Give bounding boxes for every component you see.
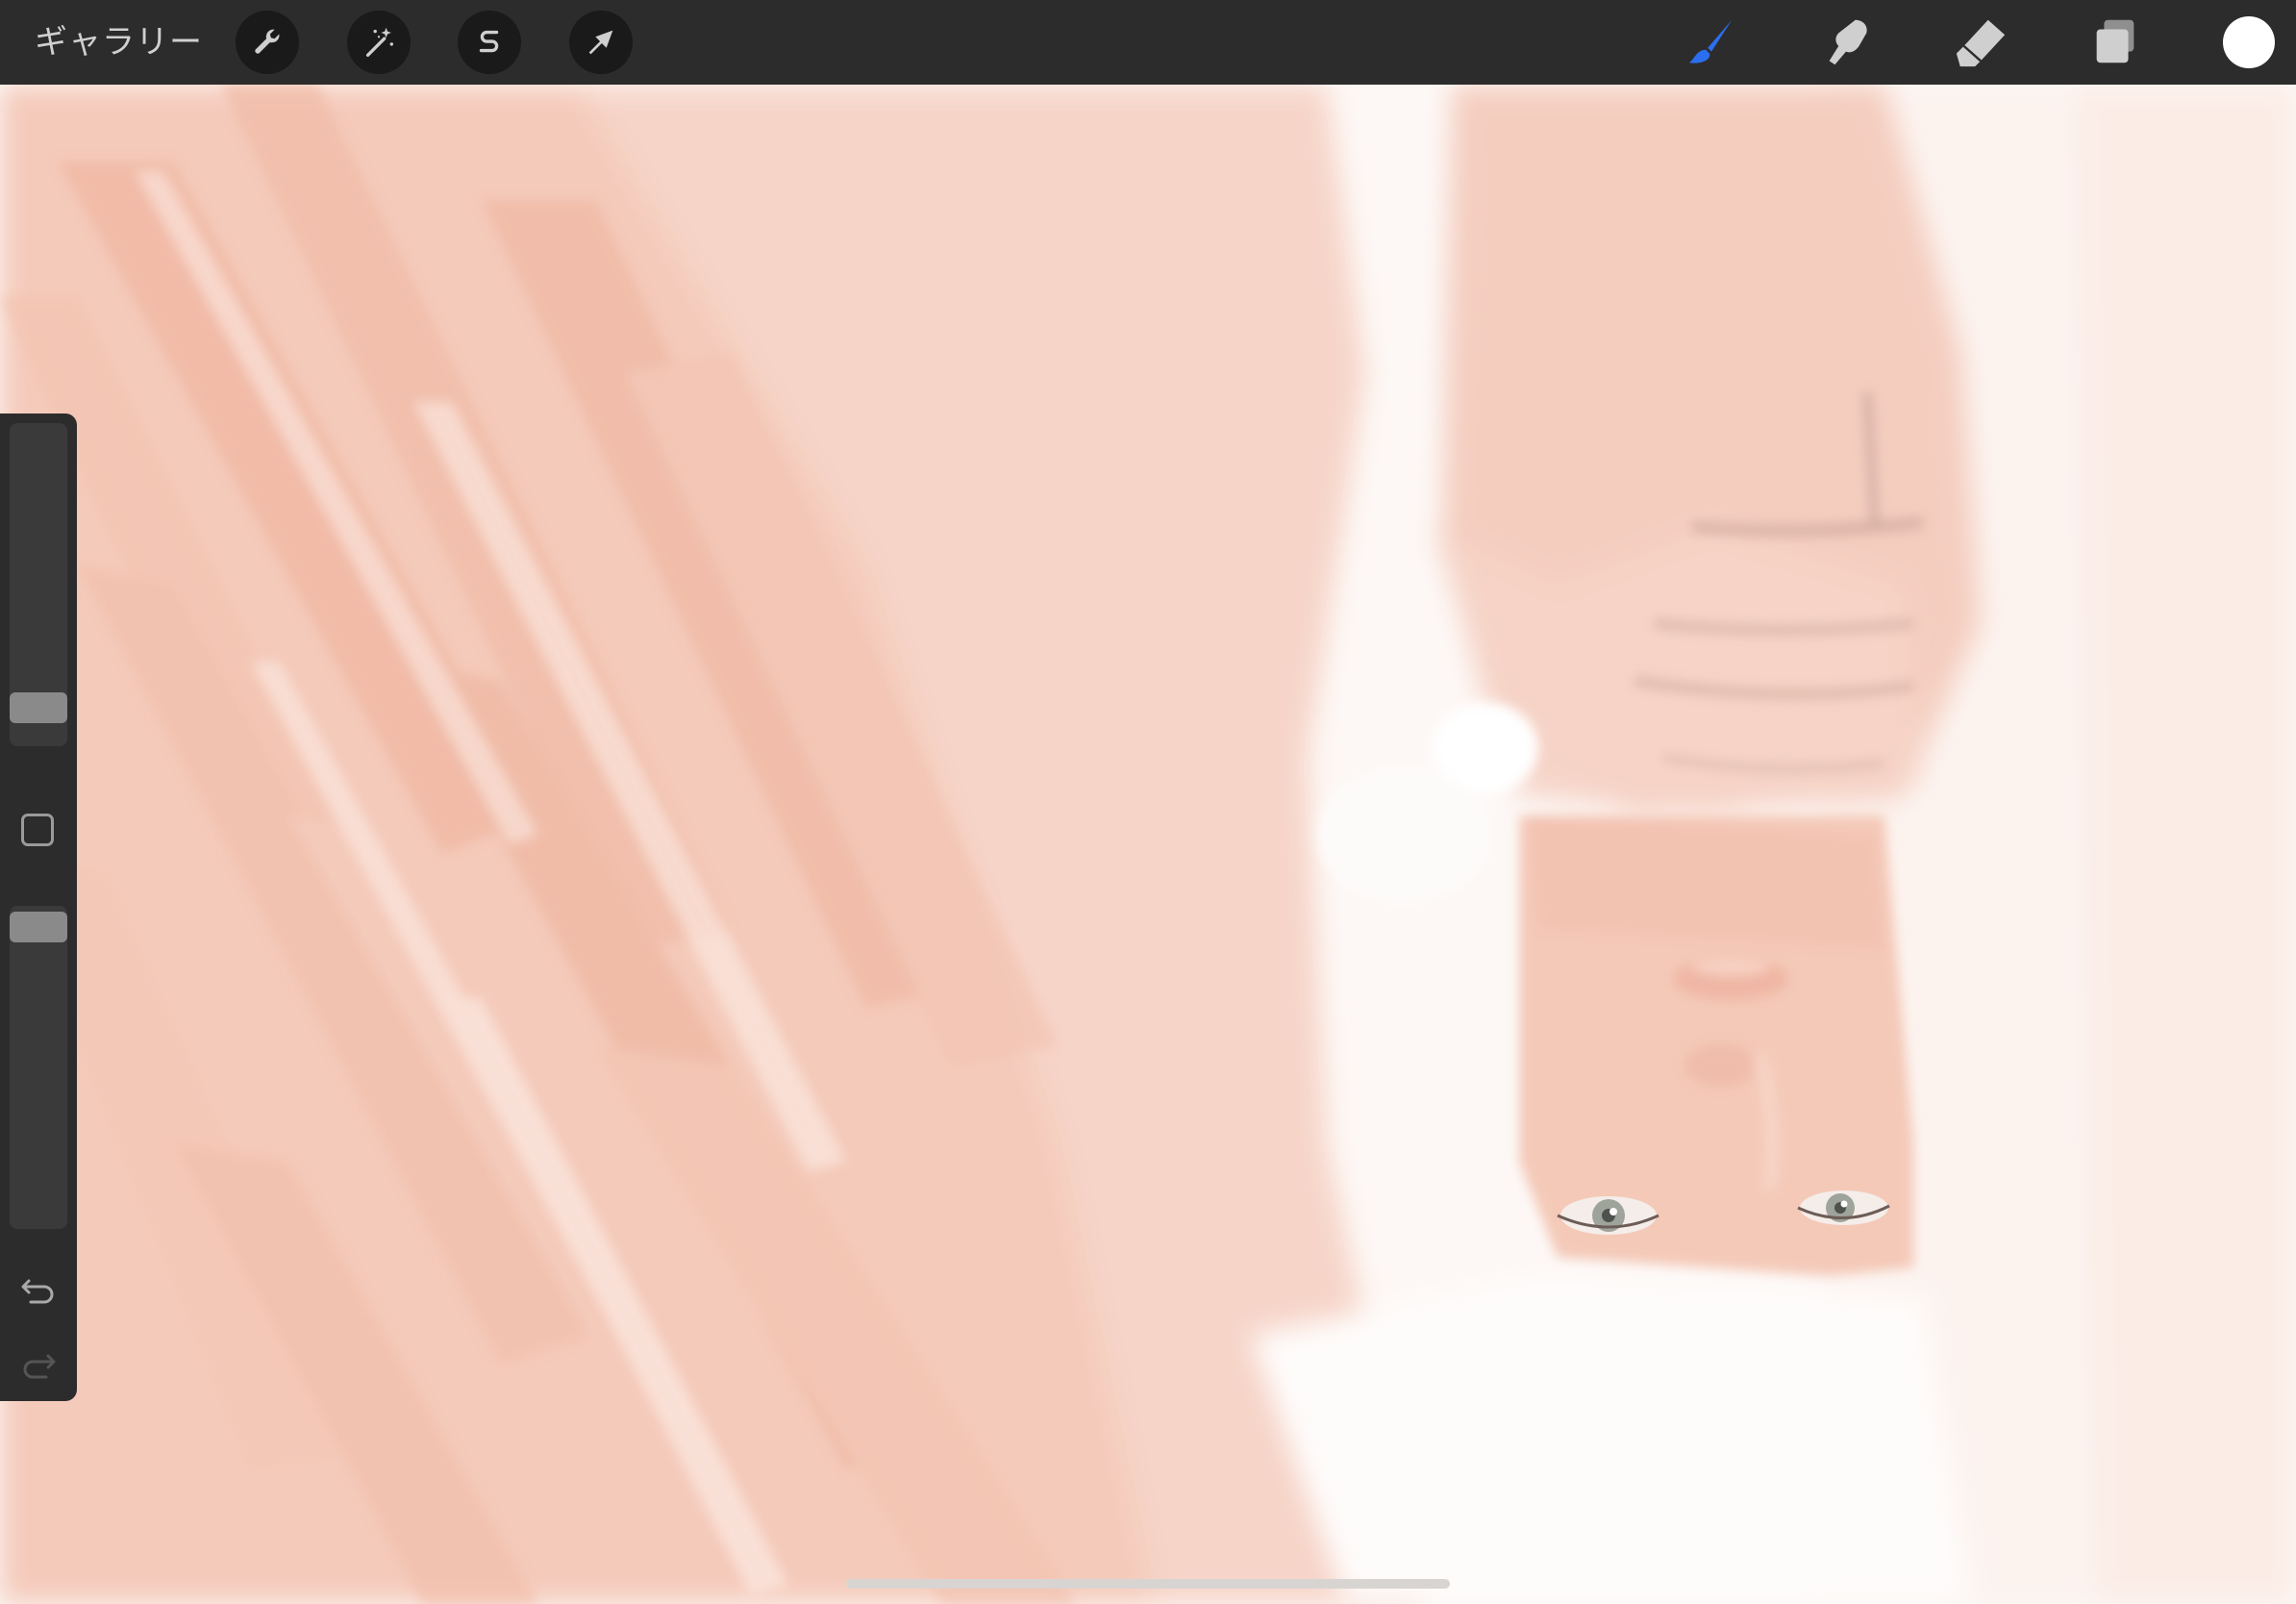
- procreate-app: ギャラリー: [0, 0, 2296, 1604]
- undo-icon: [21, 1279, 54, 1304]
- selection-button[interactable]: [458, 11, 521, 74]
- drawing-canvas[interactable]: [0, 85, 2296, 1604]
- transform-button[interactable]: [569, 11, 633, 74]
- adjustments-button[interactable]: [347, 11, 411, 74]
- brush-icon: [1688, 19, 1733, 63]
- eraser-icon: [1956, 19, 2006, 67]
- eraser-tool-button[interactable]: [1952, 13, 2009, 71]
- layers-button[interactable]: [2086, 13, 2144, 71]
- undo-button[interactable]: [17, 1267, 60, 1310]
- wrench-icon: [255, 29, 280, 54]
- smudge-finger-icon: [1829, 19, 1867, 65]
- redo-icon: [23, 1354, 56, 1379]
- gallery-button[interactable]: ギャラリー: [35, 17, 203, 67]
- left-sidebar: [0, 414, 77, 1401]
- actions-button[interactable]: [236, 11, 299, 74]
- smudge-tool-button[interactable]: [1817, 13, 1875, 71]
- artwork: [0, 85, 2296, 1604]
- brush-opacity-slider[interactable]: [10, 906, 67, 1229]
- modify-button[interactable]: [21, 814, 54, 846]
- arrow-cursor-icon: [588, 30, 613, 55]
- color-picker-button[interactable]: [2223, 16, 2275, 68]
- selection-s-icon: [479, 30, 499, 53]
- brush-size-thumb[interactable]: [10, 692, 67, 723]
- brush-tool-button[interactable]: [1683, 13, 1740, 71]
- top-toolbar: ギャラリー: [0, 0, 2296, 85]
- redo-button[interactable]: [17, 1342, 60, 1385]
- magic-wand-icon: [365, 27, 394, 57]
- layers-icon: [2096, 19, 2134, 63]
- home-indicator[interactable]: [846, 1579, 1450, 1589]
- brush-opacity-thumb[interactable]: [10, 912, 67, 942]
- brush-size-slider[interactable]: [10, 423, 67, 746]
